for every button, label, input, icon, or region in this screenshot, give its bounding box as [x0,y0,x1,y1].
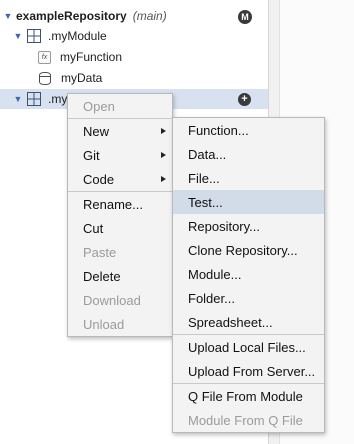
menu-item-label: Function... [188,122,249,138]
menu-item-label: Unload [83,316,125,332]
module-icon [27,29,41,43]
menu-item-q-file-from-module[interactable]: Q File From Module [173,384,324,408]
submenu-arrow-icon [161,128,166,134]
tree-row-data[interactable]: myData [0,68,268,88]
submenu-arrow-icon [161,152,166,158]
function-icon: fx [38,50,51,64]
menu-item-module-from-q-file[interactable]: Module From Q File [173,408,324,432]
menu-item-download[interactable]: Download [68,288,172,312]
menu-item-git[interactable]: Git [68,143,172,167]
menu-item-label: Delete [83,268,121,284]
menu-item-label: Q File From Module [188,388,303,404]
menu-item-unload[interactable]: Unload [68,312,172,336]
data-name: myData [61,71,103,85]
module-name: .myModule [48,29,107,43]
menu-item-label: Repository... [188,218,261,234]
menu-item-repository[interactable]: Repository... [173,214,324,238]
menu-item-label: Data... [188,146,227,162]
menu-item-label: Clone Repository... [188,242,298,258]
menu-item-label: Git [83,147,100,163]
menu-item-open[interactable]: Open [68,94,172,118]
context-menu: Open New Git Code Rename... Cut Paste De… [67,93,173,337]
tree-row-module[interactable]: ▼ .myModule [0,26,268,46]
menu-item-label: Open [83,98,115,114]
submenu-arrow-icon [161,176,166,182]
menu-item-function[interactable]: Function... [173,118,324,142]
menu-item-label: Module From Q File [188,412,303,428]
menu-item-label: Code [83,171,115,187]
chevron-down-icon[interactable]: ▼ [13,31,23,41]
tree-row-repository[interactable]: ▼ exampleRepository (main) M [0,6,268,26]
menu-item-label: Paste [83,244,117,260]
menu-item-upload-local-files[interactable]: Upload Local Files... [173,335,324,359]
menu-item-label: File... [188,170,220,186]
menu-item-paste[interactable]: Paste [68,240,172,264]
menu-item-spreadsheet[interactable]: Spreadsheet... [173,310,324,334]
chevron-down-icon[interactable]: ▼ [13,94,23,104]
menu-item-upload-from-server[interactable]: Upload From Server... [173,359,324,383]
menu-item-label: Folder... [188,290,235,306]
menu-item-test[interactable]: Test... [173,190,324,214]
menu-item-delete[interactable]: Delete [68,264,172,288]
menu-item-new[interactable]: New [68,119,172,143]
menu-item-label: Upload From Server... [188,363,316,379]
menu-item-label: Rename... [83,196,143,212]
tree-row-function[interactable]: fx myFunction [0,47,268,67]
menu-item-code[interactable]: Code [68,167,172,191]
function-name: myFunction [60,50,123,64]
menu-item-module[interactable]: Module... [173,262,324,286]
menu-item-label: Module... [188,266,242,282]
new-submenu: Function... Data... File... Test... Repo… [172,117,325,433]
menu-item-clone-repository[interactable]: Clone Repository... [173,238,324,262]
menu-item-rename[interactable]: Rename... [68,192,172,216]
menu-item-file[interactable]: File... [173,166,324,190]
menu-item-label: New [83,123,110,139]
menu-item-label: Test... [188,194,223,210]
modified-badge-icon: M [238,10,252,24]
menu-item-folder[interactable]: Folder... [173,286,324,310]
selected-module-name: .my [48,92,68,106]
repository-name: exampleRepository [16,9,127,23]
database-icon [39,71,51,85]
menu-item-cut[interactable]: Cut [68,216,172,240]
add-icon[interactable]: + [238,93,251,106]
menu-item-label: Upload Local Files... [188,339,306,355]
menu-item-label: Download [83,292,141,308]
menu-item-label: Cut [83,220,104,236]
branch-name: (main) [132,9,167,23]
module-icon [27,92,41,106]
menu-item-label: Spreadsheet... [188,314,273,330]
menu-item-data[interactable]: Data... [173,142,324,166]
chevron-down-icon[interactable]: ▼ [3,11,13,21]
